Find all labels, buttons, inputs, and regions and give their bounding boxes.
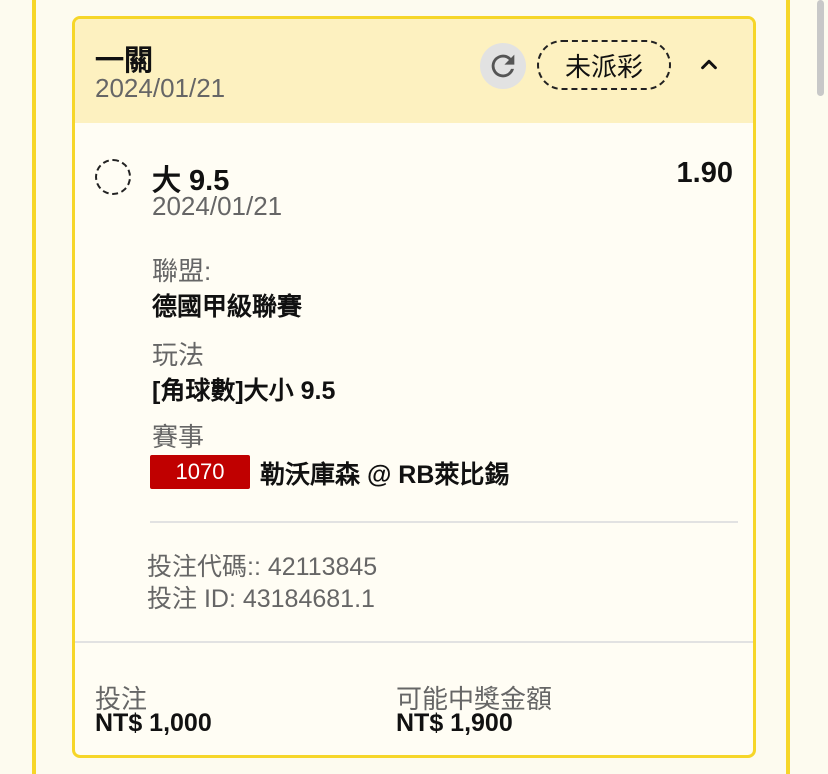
- chevron-up-icon: [701, 59, 717, 70]
- market-label: 玩法: [152, 340, 205, 370]
- league-label: 聯盟:: [152, 256, 212, 286]
- stake-value: NT$ 1,000: [95, 709, 212, 737]
- event-name: 勒沃庫森 @ RB萊比錫: [260, 461, 510, 489]
- scrollbar[interactable]: [817, 0, 824, 96]
- bet-code: 投注代碼:: 42113845: [147, 553, 378, 581]
- league-value: 德國甲級聯賽: [152, 293, 303, 321]
- divider: [150, 521, 738, 523]
- status-badge: 未派彩: [537, 40, 671, 90]
- bet-id: 投注 ID: 43184681.1: [147, 585, 375, 613]
- refresh-button[interactable]: [480, 43, 526, 89]
- collapse-button[interactable]: [691, 47, 727, 83]
- refresh-icon: [491, 54, 515, 78]
- selection-odds: 1.90: [676, 157, 733, 189]
- bet-date: 2024/01/21: [95, 73, 226, 103]
- bet-card: 一關 2024/01/21 未派彩 大 9.5 1.90 2024/01/21 …: [72, 16, 756, 758]
- event-id-badge: 1070: [150, 455, 250, 489]
- card-header[interactable]: 一關 2024/01/21 未派彩: [75, 19, 753, 123]
- event-label: 賽事: [152, 422, 205, 452]
- selection-status-icon: [95, 159, 131, 195]
- bet-slip-page: 一關 2024/01/21 未派彩 大 9.5 1.90 2024/01/21 …: [0, 0, 828, 774]
- selection-date: 2024/01/21: [152, 191, 283, 221]
- payout-value: NT$ 1,900: [396, 709, 513, 737]
- footer-divider: [75, 641, 753, 643]
- market-value: [角球數]大小 9.5: [152, 377, 336, 405]
